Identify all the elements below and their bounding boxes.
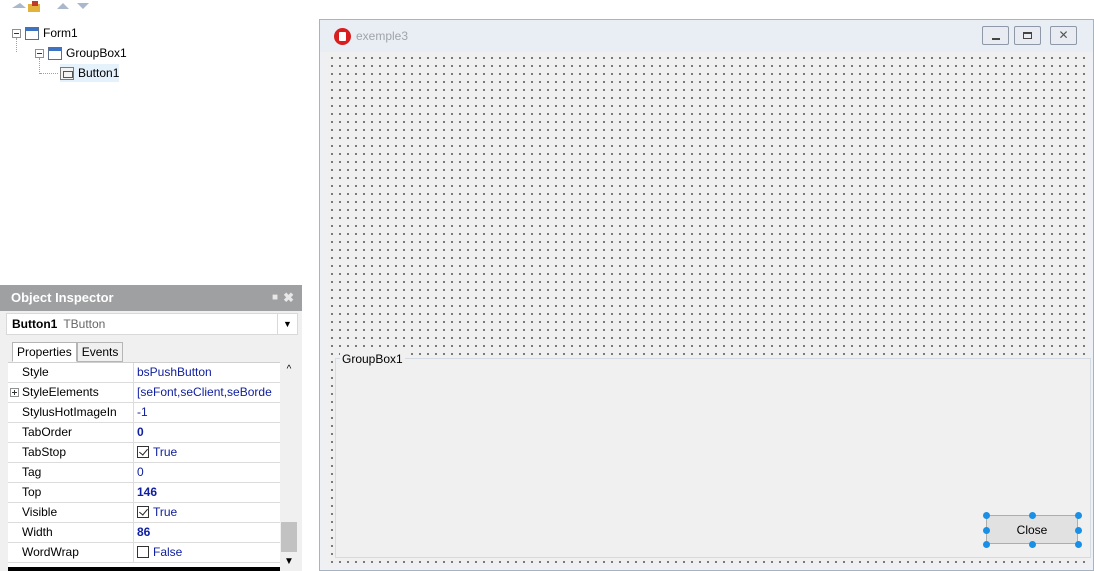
- tree-node-form1[interactable]: Form1: [12, 24, 78, 42]
- form-design-surface[interactable]: GroupBox1: [326, 52, 1091, 566]
- property-scrollbar[interactable]: ^ ▼: [280, 362, 298, 567]
- selection-handle[interactable]: [1075, 541, 1082, 548]
- groupbox-icon: [48, 46, 62, 60]
- close-window-button[interactable]: ✕: [1050, 26, 1077, 45]
- property-name: TabStop: [22, 443, 134, 463]
- property-row[interactable]: Style bsPushButton: [8, 363, 280, 383]
- selection-handle[interactable]: [983, 512, 990, 519]
- maximize-button[interactable]: [1014, 26, 1041, 45]
- expand-icon[interactable]: [10, 388, 19, 397]
- inspector-bottom-bar: [8, 567, 280, 571]
- tree-node-label: Form1: [43, 26, 78, 40]
- selection-handle[interactable]: [1029, 541, 1036, 548]
- form-title: exemple3: [356, 29, 409, 43]
- tab-properties[interactable]: Properties: [12, 342, 77, 362]
- close-icon[interactable]: ✖: [283, 285, 294, 311]
- inspector-tabs: Properties Events: [12, 342, 124, 362]
- property-value[interactable]: True: [137, 503, 280, 523]
- maximize-icon: [1023, 32, 1032, 39]
- tree-node-groupbox1[interactable]: GroupBox1: [35, 44, 127, 62]
- property-value-text: False: [153, 545, 183, 559]
- collapse-icon[interactable]: [12, 28, 21, 38]
- property-row[interactable]: StylusHotImageIn -1: [8, 403, 280, 423]
- property-name: Width: [22, 523, 134, 543]
- object-inspector: Object Inspector ■ ✖ Button1 TButton ▼ P…: [0, 285, 302, 571]
- property-name: Top: [22, 483, 134, 503]
- scroll-down-icon[interactable]: ▼: [280, 556, 298, 567]
- property-grid: Style bsPushButton StyleElements [seFont,se…: [8, 362, 280, 567]
- chevron-down-icon[interactable]: ▼: [277, 314, 297, 334]
- selection-handle[interactable]: [983, 541, 990, 548]
- selection-handle[interactable]: [1075, 512, 1082, 519]
- property-row[interactable]: StyleElements [seFont,seClient,seBorde: [8, 383, 280, 403]
- tree-node-button1[interactable]: Button1: [60, 64, 120, 82]
- form-icon: [25, 26, 39, 40]
- property-row[interactable]: TabStop True: [8, 443, 280, 463]
- property-name: StylusHotImageIn: [22, 403, 134, 423]
- property-value[interactable]: 0: [137, 423, 280, 443]
- property-name: Tag: [22, 463, 134, 483]
- folder-icon[interactable]: [26, 0, 44, 12]
- object-selector[interactable]: Button1 TButton ▼: [6, 313, 298, 335]
- checkbox-icon[interactable]: [137, 546, 149, 558]
- property-value[interactable]: bsPushButton: [137, 363, 280, 383]
- property-name: StyleElements: [22, 383, 134, 403]
- move-up-icon[interactable]: [54, 0, 72, 12]
- property-row[interactable]: WordWrap False: [8, 543, 280, 563]
- property-name: WordWrap: [22, 543, 134, 563]
- selection-handle[interactable]: [1075, 527, 1082, 534]
- collapse-icon[interactable]: [35, 48, 44, 58]
- pin-icon[interactable]: ■: [272, 285, 278, 311]
- property-row[interactable]: Top 146: [8, 483, 280, 503]
- app-icon: [334, 28, 351, 45]
- property-value[interactable]: -1: [137, 403, 280, 423]
- structure-toolbar: [8, 0, 158, 16]
- property-row[interactable]: Visible True: [8, 503, 280, 523]
- form-title-bar: exemple3 ✕: [320, 20, 1093, 52]
- property-value[interactable]: 0: [137, 463, 280, 483]
- property-value-text: True: [153, 445, 178, 459]
- property-row[interactable]: Tag 0: [8, 463, 280, 483]
- checkbox-icon[interactable]: [137, 446, 149, 458]
- selection-handle[interactable]: [1029, 512, 1036, 519]
- property-row[interactable]: Width 86: [8, 523, 280, 543]
- inspector-title: Object Inspector: [11, 290, 114, 305]
- checkbox-icon[interactable]: [137, 506, 149, 518]
- property-name: TabOrder: [22, 423, 134, 443]
- selected-object-class: TButton: [63, 317, 106, 331]
- property-value[interactable]: False: [137, 543, 280, 563]
- property-name: Visible: [22, 503, 134, 523]
- property-value-text: True: [153, 505, 178, 519]
- tree-node-label: Button1: [78, 66, 120, 80]
- scrollbar-thumb[interactable]: [281, 522, 297, 552]
- groupbox1[interactable]: GroupBox1: [335, 352, 1091, 558]
- tab-events[interactable]: Events: [76, 342, 124, 362]
- structure-panel: Form1 GroupBox1 Button1: [0, 0, 302, 285]
- tree-node-label: GroupBox1: [66, 46, 127, 60]
- button-icon: [60, 66, 74, 80]
- groupbox-caption: GroupBox1: [340, 352, 405, 366]
- tree-connector: [40, 73, 58, 74]
- selected-object-name: Button1: [12, 317, 58, 331]
- move-down-icon[interactable]: [74, 0, 92, 12]
- property-value[interactable]: True: [137, 443, 280, 463]
- minimize-button[interactable]: [982, 26, 1009, 45]
- scroll-up-icon[interactable]: ^: [280, 364, 298, 375]
- designer-form-window: exemple3 ✕ GroupBox1: [319, 19, 1094, 571]
- inspector-title-bar: Object Inspector ■ ✖: [0, 285, 302, 311]
- property-row[interactable]: TabOrder 0: [8, 423, 280, 443]
- close-button[interactable]: Close: [986, 515, 1078, 544]
- close-icon: ✕: [1058, 28, 1069, 42]
- minimize-icon: [992, 38, 1000, 40]
- property-value[interactable]: 146: [137, 483, 280, 503]
- property-value[interactable]: [seFont,seClient,seBorde: [137, 383, 280, 403]
- property-name: Style: [22, 363, 134, 383]
- selection-handle[interactable]: [983, 527, 990, 534]
- property-value[interactable]: 86: [137, 523, 280, 543]
